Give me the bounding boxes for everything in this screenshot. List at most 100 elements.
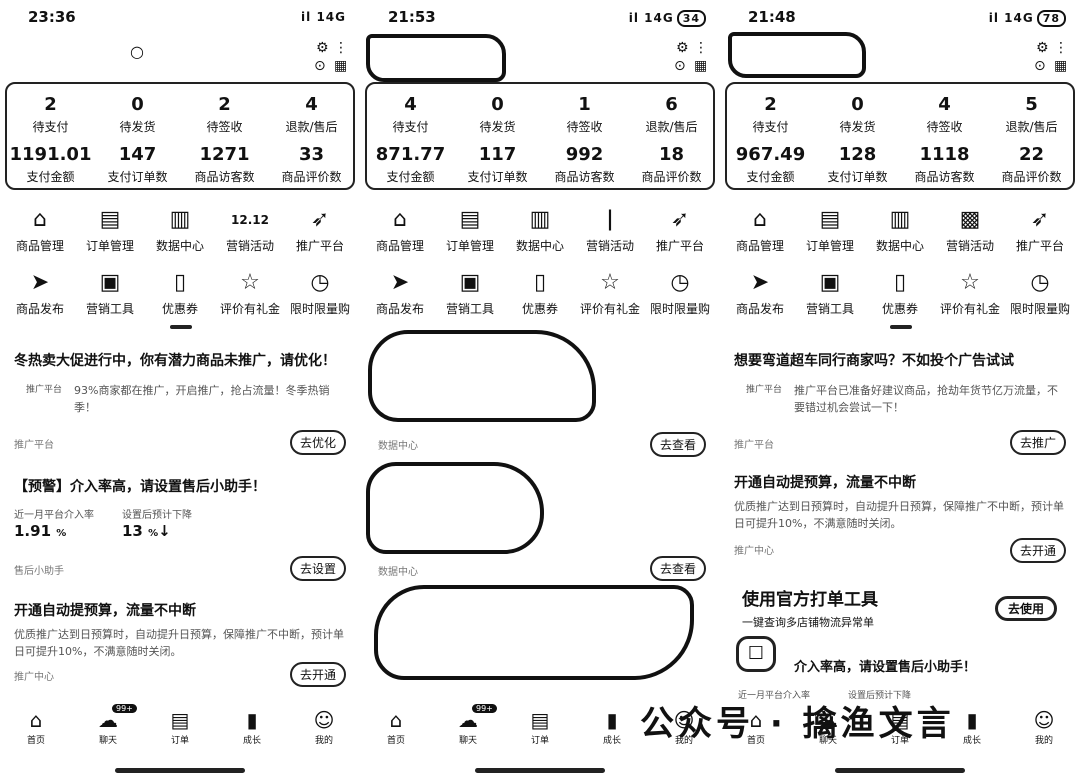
nav-order[interactable]: ▤ 订单: [144, 708, 216, 746]
nav-growth[interactable]: ▮ 成长: [576, 708, 648, 746]
scan-icon[interactable]: ⊙: [674, 58, 686, 74]
stat-item[interactable]: 147 支付订单数: [94, 144, 181, 185]
customer-service-icon[interactable]: ☐: [736, 636, 776, 672]
shortcut-tools[interactable]: ▣ 营销工具: [794, 268, 866, 317]
shortcut-product-manage[interactable]: ⌂ 商品管理: [364, 205, 436, 254]
shortcut-review-gift[interactable]: ☆ 评价有礼金: [214, 268, 286, 317]
nav-profile[interactable]: ☺ 我的: [288, 708, 360, 746]
shortcut-data-center[interactable]: ▥ 数据中心: [144, 205, 216, 254]
shortcut-data-center[interactable]: ▥ 数据中心: [504, 205, 576, 254]
toolbox-icon: ▣: [819, 270, 841, 295]
watermark: 公众号 · 擒渔文言: [640, 704, 955, 744]
scan-icon[interactable]: ⊙: [1034, 58, 1046, 74]
more-icon[interactable]: ⋮: [334, 40, 348, 56]
stat-item[interactable]: 18 商品评价数: [628, 144, 715, 185]
scan-icon[interactable]: ⊙: [314, 58, 326, 74]
nav-home[interactable]: ⌂ 首页: [360, 708, 432, 746]
shortcut-order-manage[interactable]: ▤ 订单管理: [74, 205, 146, 254]
nav-home[interactable]: ⌂ 首页: [0, 708, 72, 746]
shortcut-promotion[interactable]: ➶ 推广平台: [284, 205, 356, 254]
promote-button[interactable]: 去推广: [1009, 430, 1066, 455]
stat-item[interactable]: 2 待支付: [7, 94, 94, 135]
qrcode-icon[interactable]: ▦: [1054, 58, 1067, 74]
shortcut-flash-sale[interactable]: ◷ 限时限量购: [644, 268, 716, 317]
view-button[interactable]: 去查看: [649, 432, 706, 457]
send-icon: ➤: [30, 270, 50, 295]
shortcut-product-manage[interactable]: ⌂ 商品管理: [4, 205, 76, 254]
promo-banner[interactable]: 使用官方打单工具 一键查询多店铺物流异常单: [742, 585, 878, 630]
view-button[interactable]: 去查看: [649, 556, 706, 581]
stat-item[interactable]: 0 待发货: [94, 94, 181, 135]
promo-title: 使用官方打单工具: [742, 590, 878, 610]
nav-growth[interactable]: ▮ 成长: [216, 708, 288, 746]
use-tool-button[interactable]: 去使用: [995, 596, 1058, 621]
stat-item[interactable]: 2 待支付: [727, 94, 814, 135]
stat-item[interactable]: 6 退款/售后: [628, 94, 715, 135]
stat-item[interactable]: 1191.01 支付金额: [7, 144, 94, 185]
qrcode-icon[interactable]: ▦: [334, 58, 347, 74]
shortcut-order-manage[interactable]: ▤ 订单管理: [434, 205, 506, 254]
stat-item[interactable]: 0 待发货: [454, 94, 541, 135]
home-indicator: [475, 768, 605, 773]
settings-icon[interactable]: ⚙: [316, 40, 329, 56]
stats-card: 2 待支付 0 待发货 2 待签收 4 退款/售后 1191.01 支付金额 147 支付订…: [5, 82, 355, 190]
shortcut-promotion[interactable]: ➶ 推广平台: [644, 205, 716, 254]
metric-value: 13 %↓: [122, 522, 171, 540]
shortcut-data-center[interactable]: ▥ 数据中心: [864, 205, 936, 254]
stat-item[interactable]: 871.77 支付金额: [367, 144, 454, 185]
enable-button[interactable]: 去开通: [1009, 538, 1066, 563]
card-title: 开通自动提预算，流量不中断: [734, 475, 916, 491]
stat-item[interactable]: 4 退款/售后: [268, 94, 355, 135]
shortcut-coupon[interactable]: ▯ 优惠券: [504, 268, 576, 317]
nav-profile[interactable]: ☺ 我的: [1008, 708, 1080, 746]
bag-icon: ⌂: [393, 207, 407, 232]
shortcut-marketing[interactable]: ǀ 营销活动: [574, 205, 646, 254]
more-icon[interactable]: ⋮: [1054, 40, 1068, 56]
stat-item[interactable]: 4 待签收: [901, 94, 988, 135]
shortcut-review-gift[interactable]: ☆ 评价有礼金: [934, 268, 1006, 317]
star-icon: ☆: [960, 270, 980, 295]
shortcut-publish[interactable]: ➤ 商品发布: [724, 268, 796, 317]
shortcut-coupon[interactable]: ▯ 优惠券: [144, 268, 216, 317]
stat-item[interactable]: 992 商品访客数: [541, 144, 628, 185]
stat-item[interactable]: 1 待签收: [541, 94, 628, 135]
shortcut-tools[interactable]: ▣ 营销工具: [434, 268, 506, 317]
shortcut-promotion[interactable]: ➶ 推广平台: [1004, 205, 1076, 254]
stat-item[interactable]: 5 退款/售后: [988, 94, 1075, 135]
shortcut-product-manage[interactable]: ⌂ 商品管理: [724, 205, 796, 254]
nav-order[interactable]: ▤ 订单: [504, 708, 576, 746]
setup-button[interactable]: 去设置: [289, 556, 346, 581]
shortcut-flash-sale[interactable]: ◷ 限时限量购: [1004, 268, 1076, 317]
stat-item[interactable]: 0 待发货: [814, 94, 901, 135]
more-icon[interactable]: ⋮: [694, 40, 708, 56]
shortcut-review-gift[interactable]: ☆ 评价有礼金: [574, 268, 646, 317]
event-icon: 12.12: [231, 213, 269, 227]
stat-item[interactable]: 2 待签收: [181, 94, 268, 135]
list-icon: ▤: [459, 207, 481, 232]
stat-item[interactable]: 22 商品评价数: [988, 144, 1075, 185]
stat-item[interactable]: 1118 商品访客数: [901, 144, 988, 185]
shortcut-marketing[interactable]: ▩ 营销活动: [934, 205, 1006, 254]
shortcut-flash-sale[interactable]: ◷ 限时限量购: [284, 268, 356, 317]
nav-chat[interactable]: ☁ 99+ 聊天: [72, 704, 144, 746]
shortcut-publish[interactable]: ➤ 商品发布: [4, 268, 76, 317]
nav-chat[interactable]: ☁ 99+ 聊天: [432, 704, 504, 746]
clock-icon: ◷: [670, 270, 690, 295]
shortcut-coupon[interactable]: ▯ 优惠券: [864, 268, 936, 317]
phone-screen-2: 21:53 il 14G 34 ⚙ ⋮ ⊙ ▦ 4 待支付 0 待发货 1 待签收 6退…: [360, 0, 720, 779]
stat-item[interactable]: 128 支付订单数: [814, 144, 901, 185]
shortcut-order-manage[interactable]: ▤ 订单管理: [794, 205, 866, 254]
stat-item[interactable]: 967.49 支付金额: [727, 144, 814, 185]
stat-item[interactable]: 33 商品评价数: [268, 144, 355, 185]
stat-item[interactable]: 4 待支付: [367, 94, 454, 135]
stat-item[interactable]: 117 支付订单数: [454, 144, 541, 185]
optimize-button[interactable]: 去优化: [289, 430, 346, 455]
enable-button[interactable]: 去开通: [289, 662, 346, 687]
qrcode-icon[interactable]: ▦: [694, 58, 707, 74]
shortcut-marketing[interactable]: 12.12 营销活动: [214, 205, 286, 254]
shortcut-publish[interactable]: ➤ 商品发布: [364, 268, 436, 317]
shortcut-tools[interactable]: ▣ 营销工具: [74, 268, 146, 317]
stat-item[interactable]: 1271 商品访客数: [181, 144, 268, 185]
settings-icon[interactable]: ⚙: [676, 40, 689, 56]
settings-icon[interactable]: ⚙: [1036, 40, 1049, 56]
